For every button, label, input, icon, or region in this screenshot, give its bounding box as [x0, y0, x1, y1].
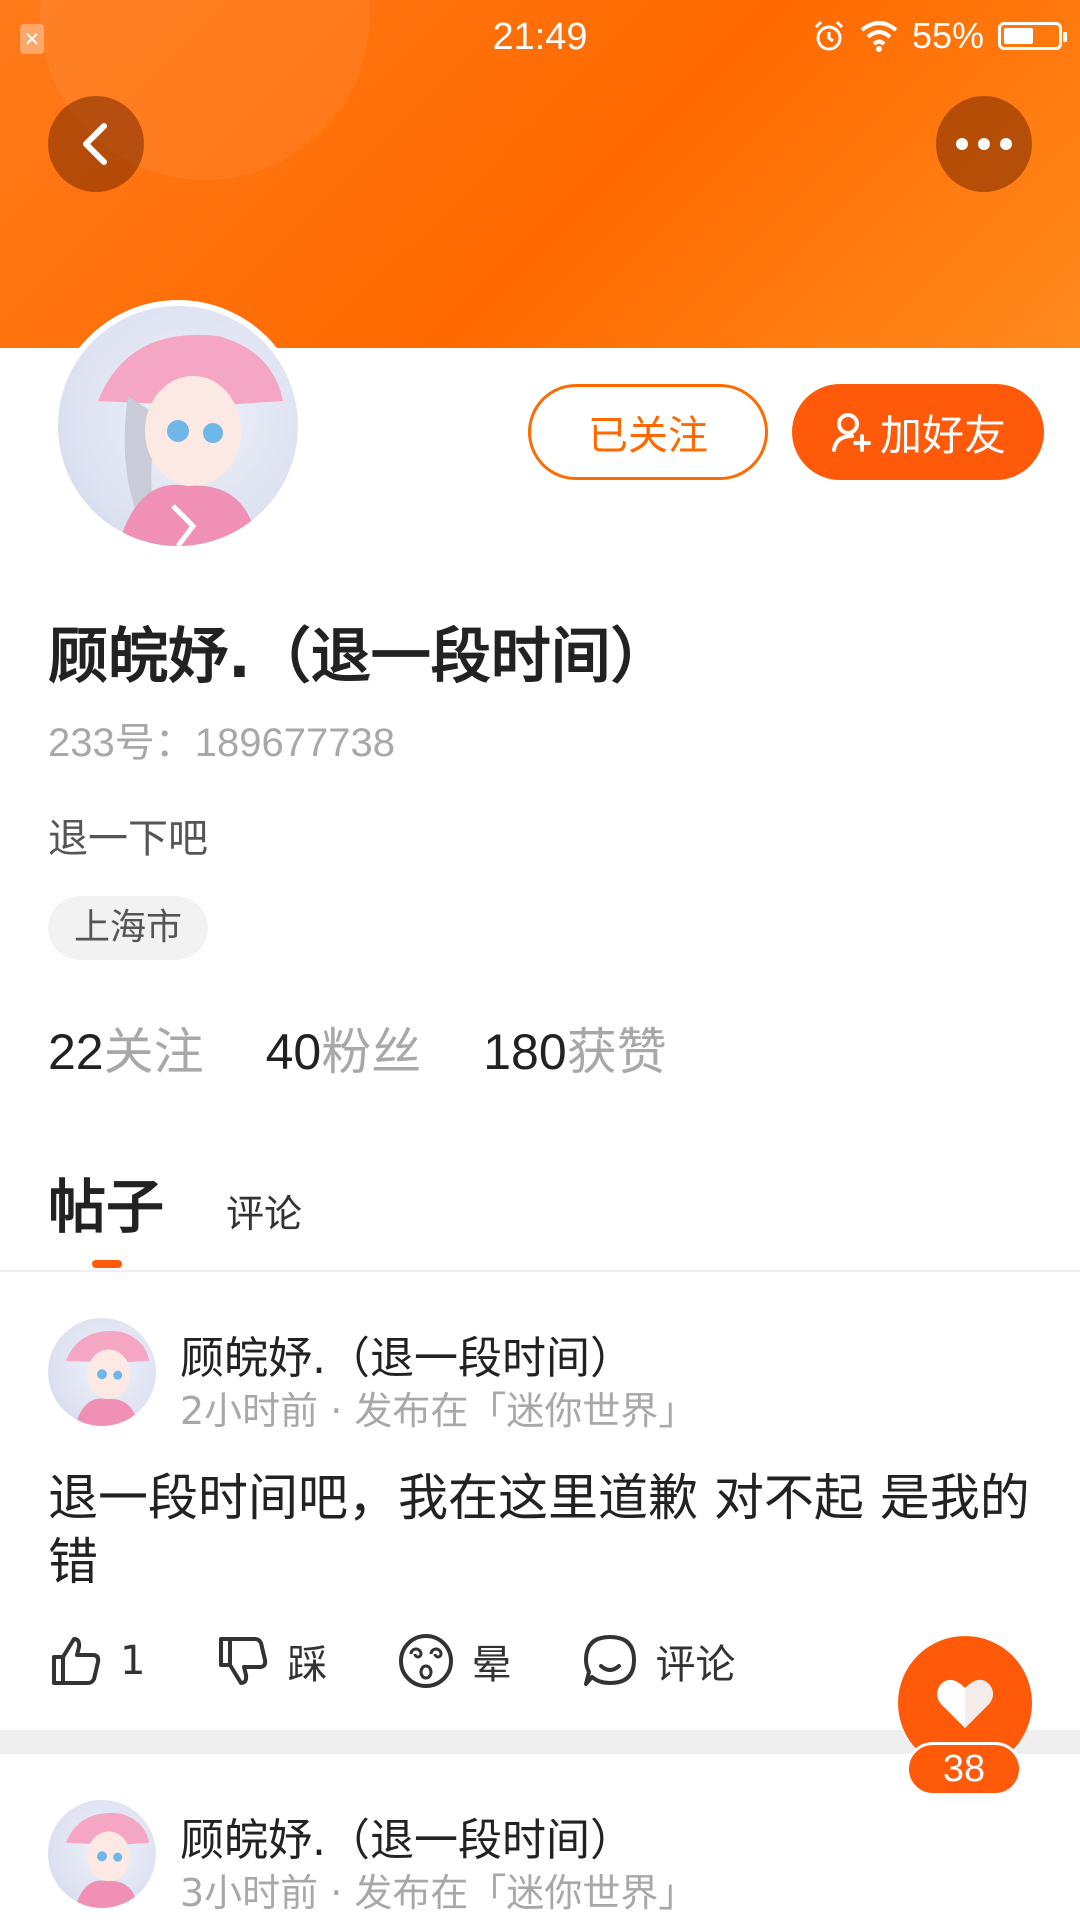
post-text[interactable]: 退一段时间吧，我在这里道歉 对不起 是我的错 — [48, 1466, 1038, 1594]
avatar-image — [58, 306, 298, 546]
dizzy-face-icon — [399, 1634, 454, 1688]
more-icon — [956, 138, 1012, 150]
profile-stats: 22关注 40粉丝 180获赞 — [48, 1012, 667, 1084]
tabs-divider — [0, 1270, 1080, 1272]
followed-label: 已关注 — [588, 413, 708, 459]
tab-comments[interactable]: 评论 — [226, 1183, 302, 1244]
floating-like-count: 38 — [906, 1742, 1022, 1796]
post-actions: 1 踩 晕 评论 — [48, 1632, 805, 1690]
profile-name: 顾皖妤.（退一段时间） — [48, 622, 671, 692]
battery-percent: 55% — [911, 15, 984, 56]
stat-followers[interactable]: 40粉丝 — [266, 1012, 422, 1084]
stat-likes[interactable]: 180获赞 — [483, 1012, 666, 1084]
dislike-label: 踩 — [287, 1642, 328, 1688]
post-author-name[interactable]: 顾皖妤.（退一段时间） — [180, 1804, 634, 1868]
post-meta: 2小时前 · 发布在「迷你世界」 — [180, 1389, 697, 1433]
stat-following[interactable]: 22关注 — [48, 1012, 204, 1084]
like-button[interactable]: 1 — [48, 1632, 145, 1690]
back-button[interactable] — [48, 96, 144, 192]
heart-icon — [937, 1679, 993, 1728]
like-count: 1 — [120, 1638, 146, 1684]
tab-posts[interactable]: 帖子 — [48, 1160, 164, 1244]
post-author-avatar[interactable] — [48, 1800, 156, 1908]
alarm-icon — [814, 20, 843, 51]
back-icon — [83, 123, 107, 165]
status-right: 55% — [812, 14, 1067, 58]
add-user-icon — [831, 413, 871, 452]
profile-id: 233号：189677738 — [48, 721, 395, 765]
active-tab-indicator — [92, 1260, 122, 1268]
thumbs-up-icon — [52, 1637, 101, 1685]
wifi-icon — [860, 21, 898, 52]
status-bar: ✕ 21:49 55% — [0, 0, 1080, 74]
followed-button[interactable]: 已关注 — [528, 384, 768, 480]
comment-label: 评论 — [655, 1642, 736, 1688]
post-author-avatar[interactable] — [48, 1318, 156, 1426]
more-button[interactable] — [936, 96, 1032, 192]
post-card[interactable]: 顾皖妤.（退一段时间） 3小时前 · 发布在「迷你世界」 — [0, 1800, 1080, 1920]
comment-button[interactable]: 评论 — [581, 1632, 735, 1690]
location-tag: 上海市 — [48, 896, 209, 960]
thumbs-down-icon — [219, 1637, 268, 1685]
post-author-name[interactable]: 顾皖妤.（退一段时间） — [180, 1322, 634, 1386]
add-friend-button[interactable]: 加好友 — [792, 384, 1044, 480]
comment-icon — [584, 1635, 637, 1686]
profile-avatar[interactable] — [52, 300, 304, 552]
profile-bio: 退一下吧 — [48, 816, 208, 862]
post-meta: 3小时前 · 发布在「迷你世界」 — [180, 1871, 697, 1915]
dislike-button[interactable]: 踩 — [215, 1632, 327, 1690]
battery-icon — [998, 22, 1067, 50]
content-tabs: 帖子 评论 — [48, 1160, 302, 1244]
dizzy-button[interactable]: 晕 — [397, 1632, 511, 1690]
dizzy-label: 晕 — [471, 1642, 512, 1688]
add-friend-label: 加好友 — [879, 410, 1006, 460]
